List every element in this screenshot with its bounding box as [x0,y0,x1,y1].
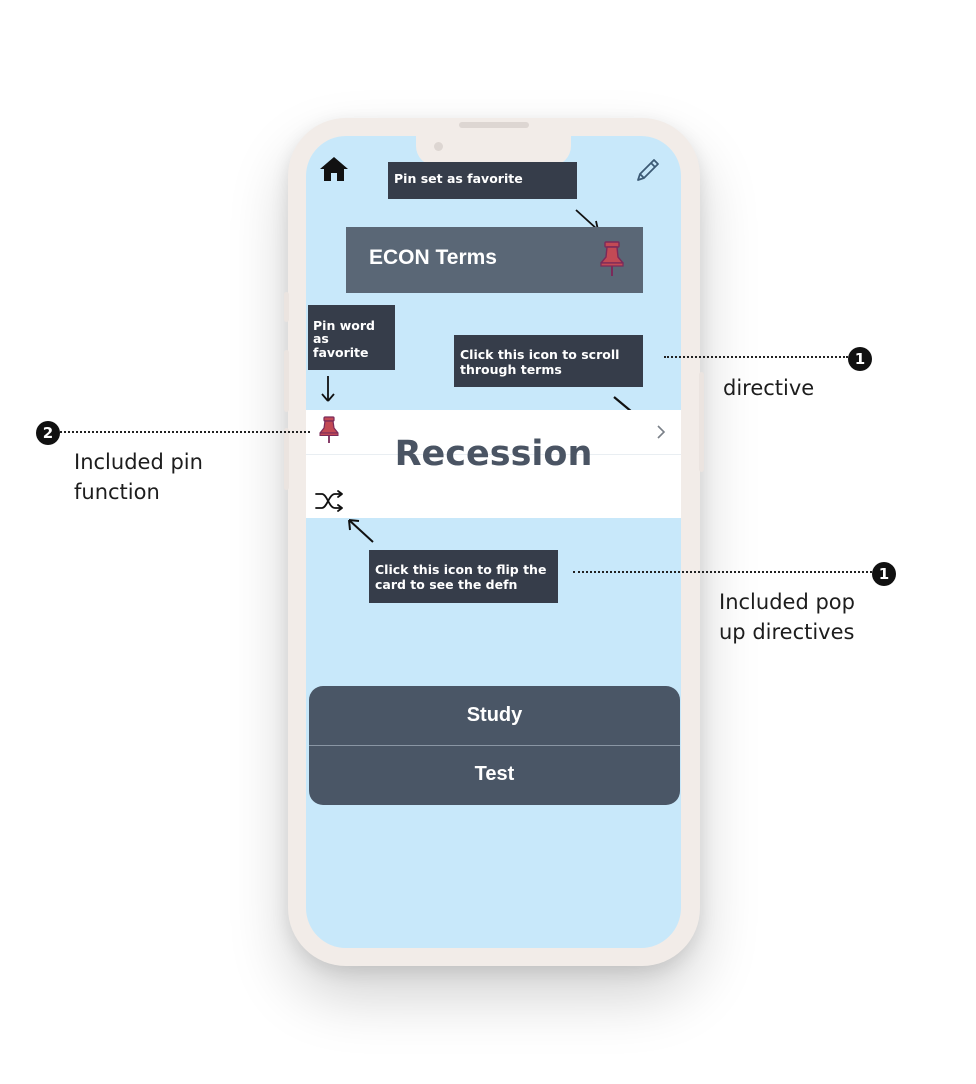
annotation-line: directive [723,376,815,400]
annotation-line: Included pop [719,590,855,614]
button-divider [309,745,680,746]
tooltip-pin-word-line: favorite [313,345,369,360]
annotation-line: up directives [719,620,855,644]
annotation-badge: 2 [36,421,60,445]
arrow-up-left-icon [343,514,377,546]
tooltip-pin-set-text: Pin set as favorite [394,171,523,186]
test-button[interactable]: Test [309,745,680,804]
pushpin-icon[interactable] [598,240,626,278]
volume-up-button [284,350,289,412]
leader-line [573,571,872,573]
annotation-pin-function: Included pin function [74,447,203,507]
volume-down-button [284,428,289,490]
phone-camera [434,142,443,151]
annotation-badge: 1 [872,562,896,586]
study-button[interactable]: Study [309,686,680,745]
leader-line [60,431,310,433]
set-title: ECON Terms [369,246,497,269]
home-icon[interactable] [319,155,349,183]
tooltip-pin-word: Pin word as favorite [308,305,395,370]
mute-switch [284,292,289,322]
tooltip-flip-line: Click this icon to flip the [375,562,547,577]
arrow-down-icon [318,374,338,404]
pencil-icon[interactable] [634,156,662,184]
tooltip-flip-line: card to see the defn [375,577,518,592]
annotation-line: Included pin [74,450,203,474]
tooltip-pin-set: Pin set as favorite [388,162,577,199]
tooltip-pin-word-line: as [313,331,329,346]
tooltip-scroll-line: Click this icon to scroll [460,347,620,362]
tooltip-flip: Click this icon to flip the card to see … [369,550,558,603]
power-button [699,372,704,472]
tooltip-scroll: Click this icon to scroll through terms [454,335,643,387]
phone-speaker [459,122,529,128]
tooltip-scroll-line: through terms [460,362,562,377]
card-term: Recession [394,434,593,474]
leader-line [664,356,848,358]
annotation-badge: 1 [848,347,872,371]
annotation-directive: directive [723,373,814,403]
annotation-line: function [74,480,160,504]
annotation-popups: Included pop up directives [719,587,855,647]
shuffle-icon[interactable] [314,488,346,514]
